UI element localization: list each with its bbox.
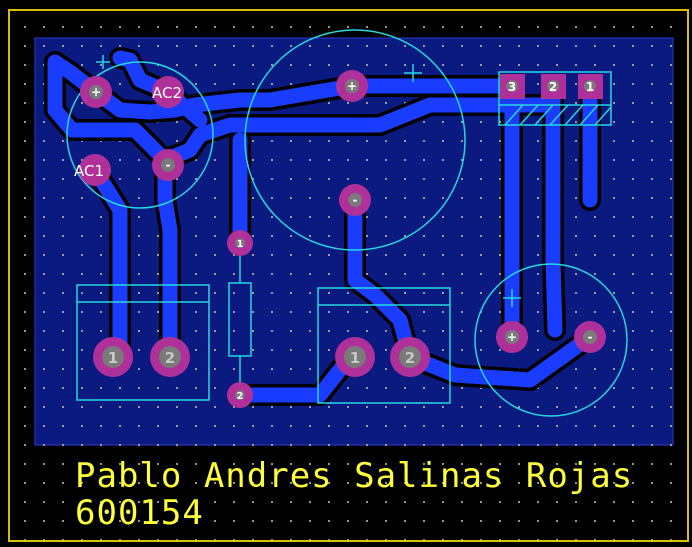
svg-text:+: + (507, 330, 517, 344)
svg-text:+: + (91, 85, 101, 99)
resistor-pin-1: 1 (227, 230, 253, 256)
track-ac2-to-connector (157, 152, 178, 363)
svg-text:2: 2 (237, 391, 244, 402)
pcb-layout: + - + - 3 2 1 1 2 1 2 1 2 + - AC2 AC1 Pa… (0, 0, 692, 547)
regulator-pin-1: 1 (578, 74, 603, 99)
svg-text:+: + (347, 79, 357, 93)
svg-text:2: 2 (549, 80, 557, 94)
big-capacitor-pad-minus: - (339, 184, 371, 216)
svg-text:1: 1 (350, 349, 360, 367)
svg-text:3: 3 (508, 80, 516, 94)
author-id: 600154 (75, 493, 204, 533)
small-capacitor-pad-minus: - (574, 321, 606, 353)
connector-left-pin-1: 1 (93, 337, 133, 377)
label-ac1: AC1 (74, 162, 104, 180)
svg-text:2: 2 (405, 349, 415, 367)
svg-text:1: 1 (237, 239, 244, 250)
connector-left-pin-2: 2 (150, 337, 190, 377)
bridge-pad-plus: + (80, 76, 112, 108)
small-capacitor-pad-plus: + (496, 321, 528, 353)
svg-text:2: 2 (165, 349, 175, 367)
svg-text:1: 1 (586, 80, 594, 94)
label-ac2: AC2 (152, 84, 182, 102)
track-reg-pin2 (545, 78, 563, 338)
svg-text:-: - (353, 193, 358, 207)
bridge-pad-minus: - (152, 149, 184, 181)
regulator-pin-2: 2 (541, 74, 566, 99)
svg-text:1: 1 (108, 349, 118, 367)
connector-mid-pin-2: 2 (390, 337, 430, 377)
connector-mid-pin-1: 1 (335, 337, 375, 377)
regulator-pin-3: 3 (500, 74, 525, 99)
big-capacitor-pad-plus: + (336, 70, 368, 102)
resistor-pin-2: 2 (227, 382, 253, 408)
svg-text:-: - (588, 330, 593, 344)
author-name: Pablo Andres Salinas Rojas (75, 456, 633, 496)
svg-text:-: - (166, 158, 171, 172)
